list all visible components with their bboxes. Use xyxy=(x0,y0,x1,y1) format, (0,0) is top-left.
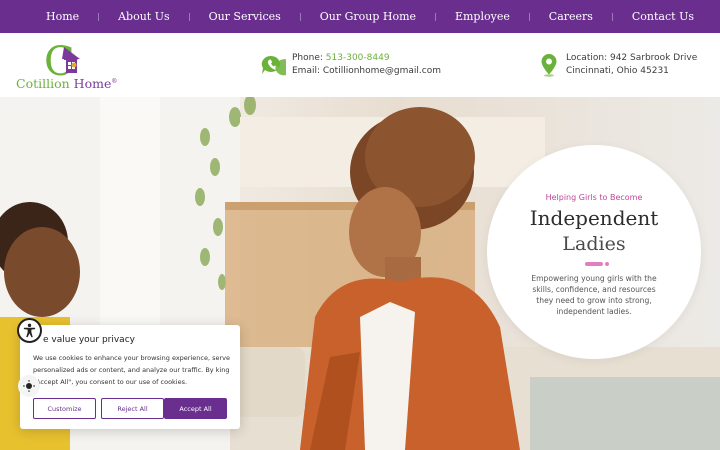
nav-separator xyxy=(98,12,100,21)
hero-headline-card: Helping Girls to Become Independent Ladi… xyxy=(487,145,701,359)
nav-separator xyxy=(435,12,436,21)
location-line-2: Cincinnati, Ohio 45231 xyxy=(566,66,669,76)
sun-icon xyxy=(23,380,35,392)
top-nav: Home About Us Our Services Our Group Hom… xyxy=(0,0,720,33)
hero-title-line1: Independent xyxy=(529,206,659,230)
phone-chat-icon xyxy=(261,55,286,76)
nav-employee[interactable]: Employee xyxy=(455,10,510,23)
cookie-title: e value your privacy xyxy=(43,335,135,345)
logo-house-icon: C xyxy=(44,41,80,79)
hero-description: Empowering young girls with the skills, … xyxy=(531,274,657,316)
nav-our-group-home[interactable]: Our Group Home xyxy=(320,10,416,23)
site-logo[interactable]: C Cotillion Home® xyxy=(14,41,117,93)
contrast-toggle-icon[interactable] xyxy=(18,375,40,397)
nav-separator xyxy=(299,12,301,21)
location-label: Location: xyxy=(566,53,608,63)
hero-title-line2: Ladies xyxy=(562,233,626,255)
email-label: Email: xyxy=(292,66,321,76)
customize-button[interactable]: Customize xyxy=(33,398,96,419)
accessibility-person-icon xyxy=(23,323,36,338)
accept-all-button[interactable]: Accept All xyxy=(164,398,227,419)
nav-separator xyxy=(528,12,530,21)
email-link[interactable]: Cotillionhome@gmail.com xyxy=(323,66,441,76)
logo-registered: ® xyxy=(111,77,118,85)
cookie-consent-banner: e value your privacy We use cookies to e… xyxy=(20,325,240,429)
nav-careers[interactable]: Careers xyxy=(549,10,593,23)
cookie-text: We use cookies to enhance your browsing … xyxy=(33,354,230,386)
reject-all-button[interactable]: Reject All xyxy=(101,398,164,419)
accessibility-icon[interactable] xyxy=(17,318,42,343)
logo-home: Home xyxy=(73,76,112,91)
phone-line: Phone: 513-300-8449 xyxy=(292,53,390,63)
nav-home[interactable]: Home xyxy=(46,10,79,23)
email-line: Email: Cotillionhome@gmail.com xyxy=(292,66,441,76)
location-street: 942 Sarbrook Drive xyxy=(609,53,698,63)
map-pin-icon xyxy=(541,54,557,77)
hero-kicker: Helping Girls to Become xyxy=(545,193,643,202)
nav-about-us[interactable]: About Us xyxy=(118,10,170,23)
nav-contact-us[interactable]: Contact Us xyxy=(632,10,694,23)
location-line-1: Location: 942 Sarbrook Drive xyxy=(566,53,697,63)
phone-number-link[interactable]: 513-300-8449 xyxy=(326,53,390,63)
logo-cotillion: Cotillion xyxy=(16,76,70,91)
nav-our-services[interactable]: Our Services xyxy=(209,10,281,23)
nav-separator xyxy=(188,12,190,21)
nav-separator xyxy=(611,12,613,21)
decorative-divider xyxy=(585,262,609,266)
site-header: C Cotillion Home® Phone: 513-300-8449 Em… xyxy=(0,33,720,97)
logo-wordmark: Cotillion Home® xyxy=(16,76,117,91)
phone-label: Phone: xyxy=(292,53,323,63)
